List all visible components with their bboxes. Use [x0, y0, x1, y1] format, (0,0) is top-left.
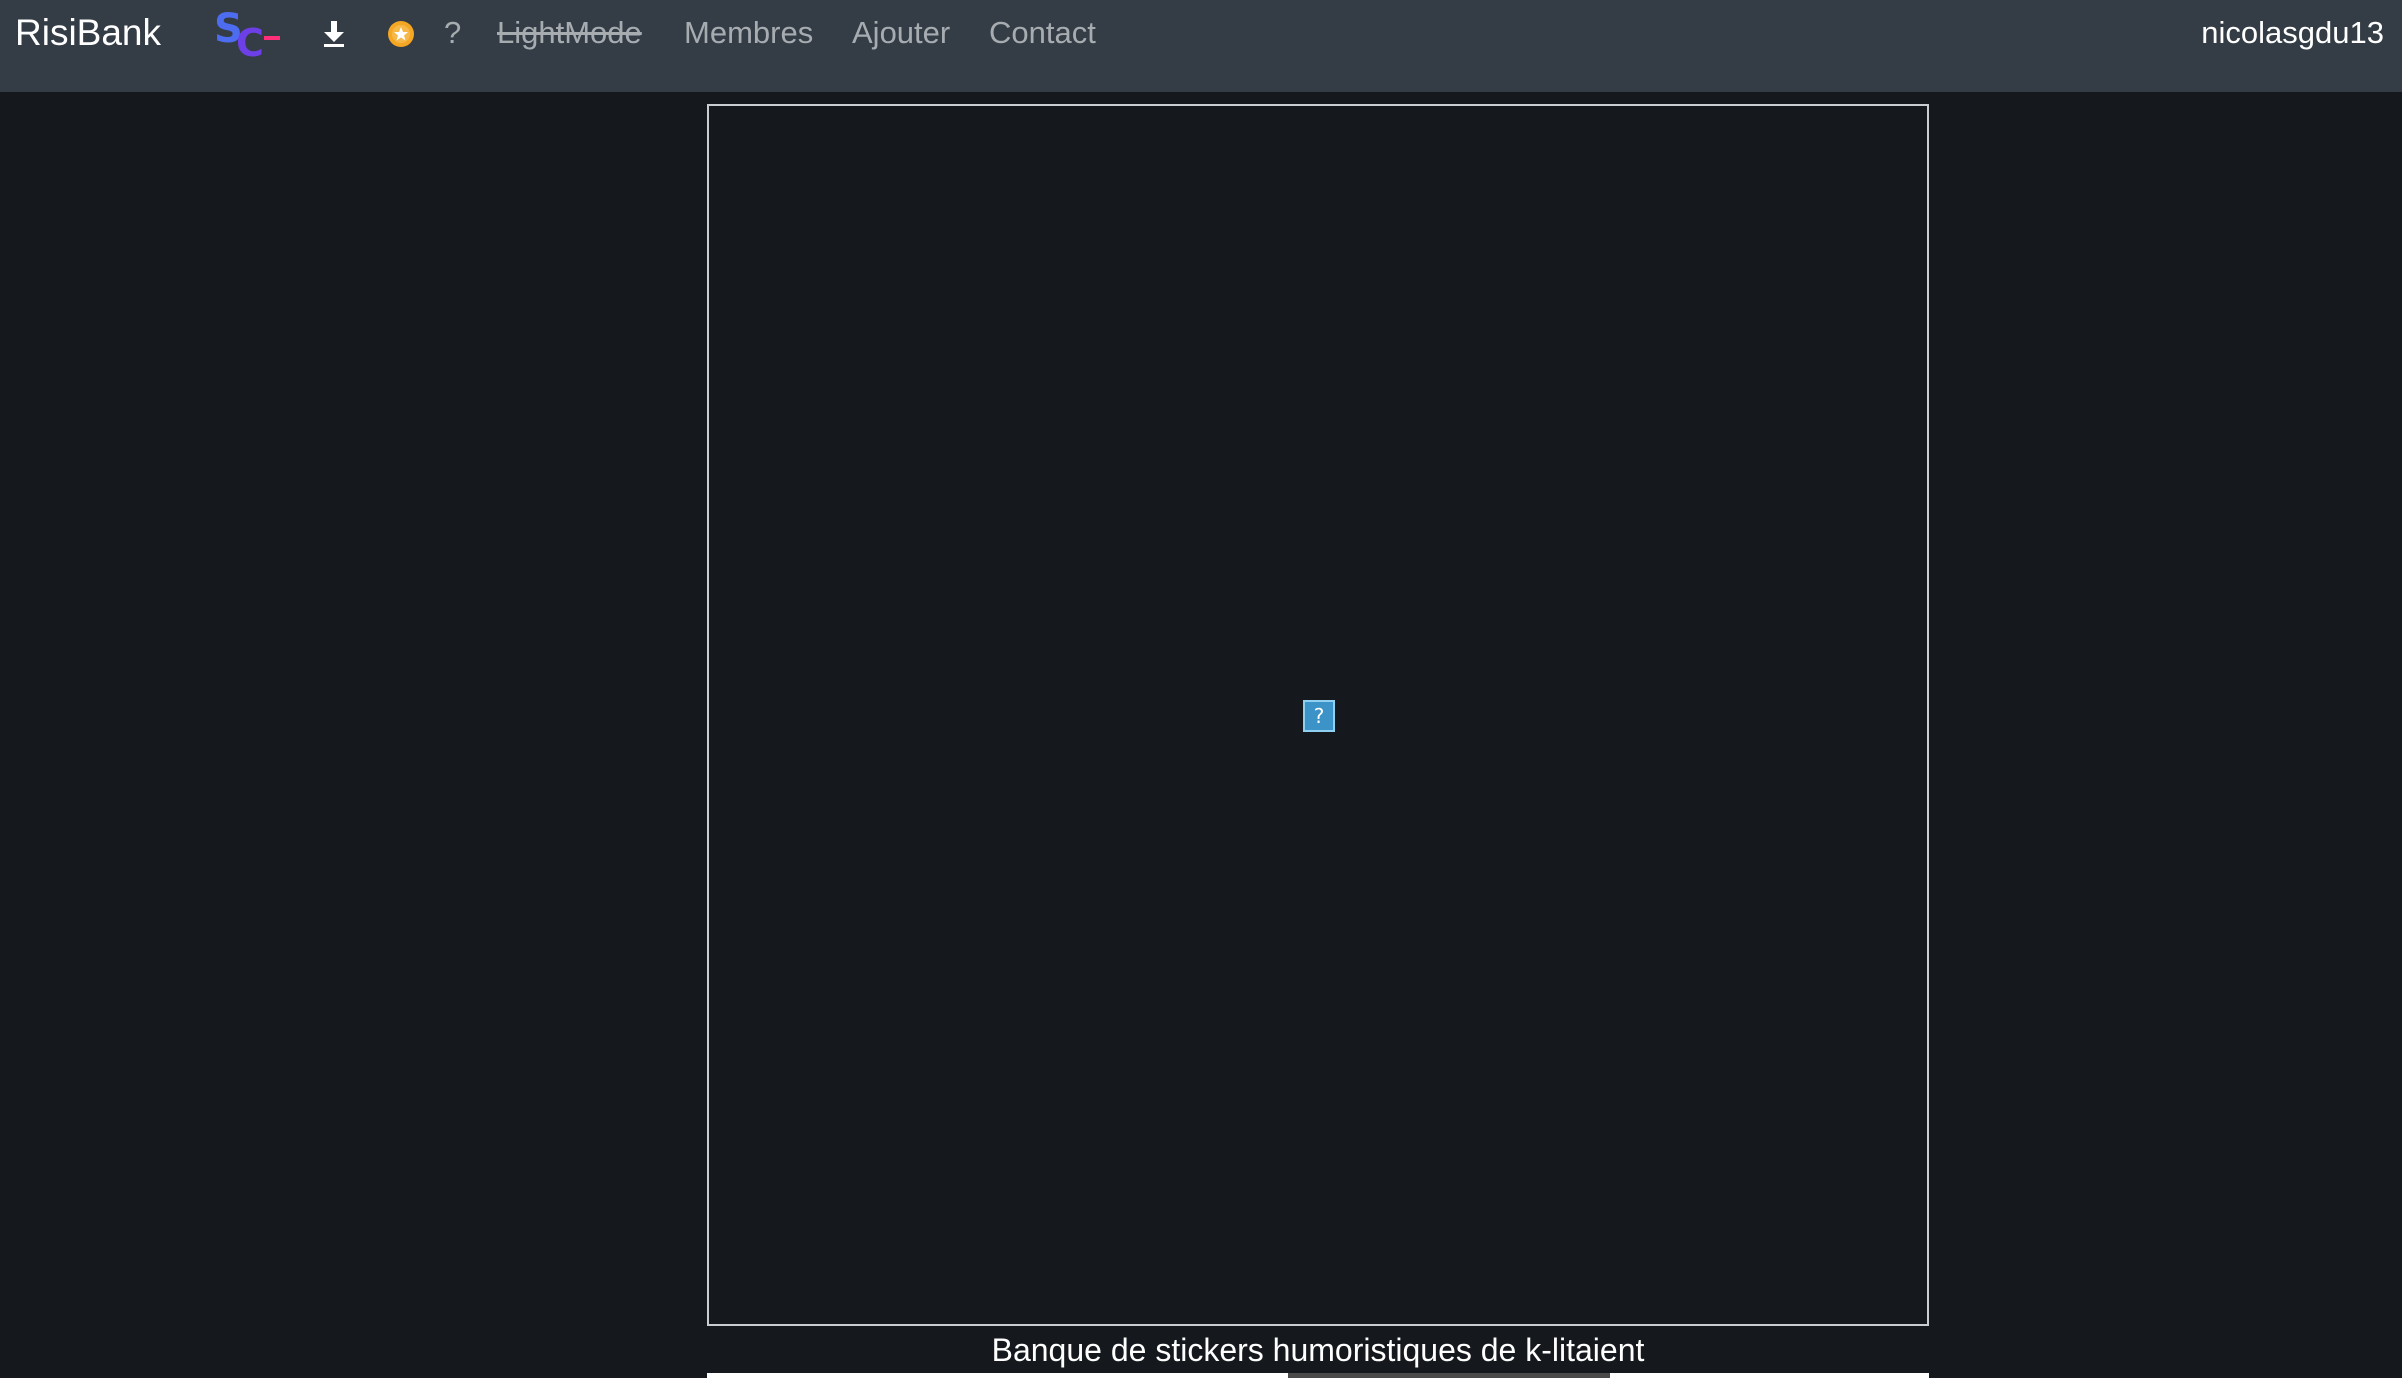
next-content-image-edge [1288, 1373, 1610, 1378]
ajouter-link[interactable]: Ajouter [852, 14, 950, 52]
download-icon[interactable] [318, 16, 350, 52]
site-tagline: Banque de stickers humoristiques de k-li… [991, 1332, 1645, 1368]
svg-text:C: C [236, 21, 264, 62]
top-navbar: RisiBank S C ? LightMode Membres Ajouter… [0, 0, 2402, 92]
user-account-link[interactable]: nicolasgdu13 [2201, 14, 2384, 52]
next-content-strip [707, 1373, 1929, 1378]
contact-link[interactable]: Contact [989, 14, 1096, 52]
brand-link[interactable]: RisiBank [15, 12, 161, 54]
sc-logo-icon[interactable]: S C [212, 6, 286, 65]
star-coin-icon[interactable] [383, 16, 419, 52]
membres-link[interactable]: Membres [684, 14, 813, 52]
broken-image-icon: ? [1303, 700, 1335, 732]
help-link[interactable]: ? [444, 14, 461, 52]
lightmode-link[interactable]: LightMode [497, 14, 642, 52]
sticker-image-frame: ? [707, 104, 1929, 1326]
